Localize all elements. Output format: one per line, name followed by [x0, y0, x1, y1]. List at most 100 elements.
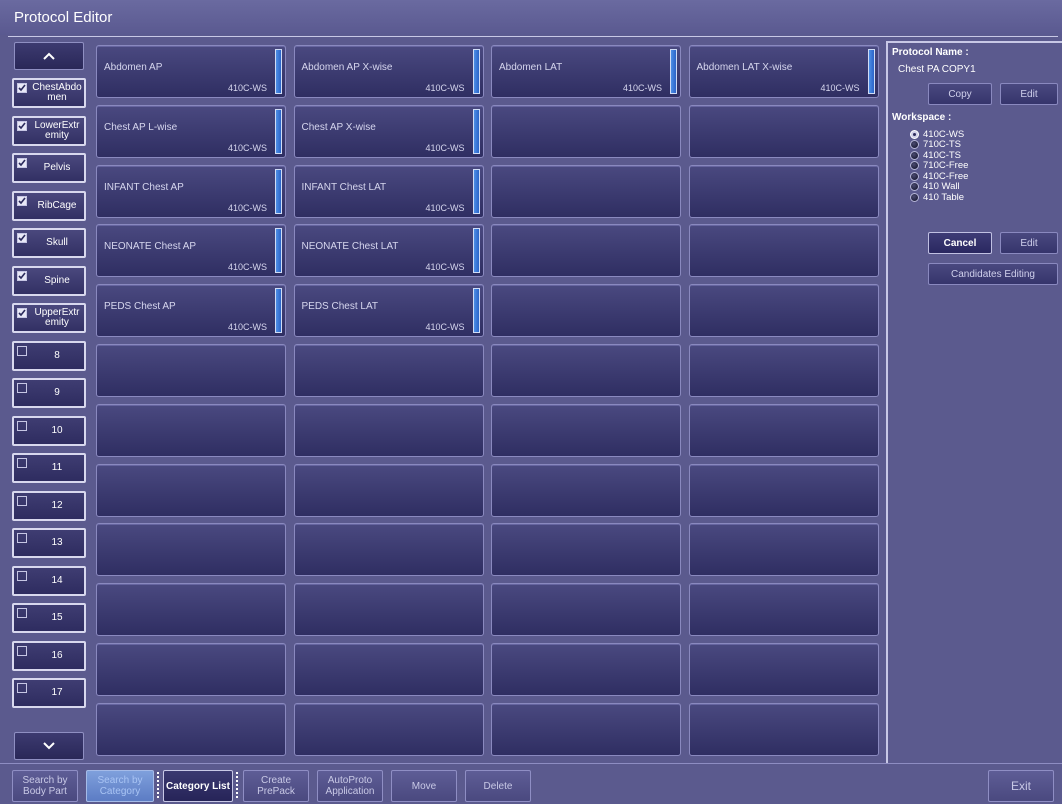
empty-protocol-slot[interactable] — [491, 344, 681, 397]
category-button[interactable]: Skull — [12, 228, 86, 258]
empty-protocol-slot[interactable] — [293, 344, 484, 397]
radio-icon[interactable] — [910, 150, 919, 160]
protocol-tile[interactable]: Abdomen LAT X-wise 410C-WS — [688, 45, 879, 98]
empty-protocol-slot[interactable] — [688, 104, 879, 158]
empty-protocol-slot[interactable] — [293, 583, 484, 637]
workspace-option[interactable]: 410 Wall — [910, 181, 968, 192]
category-button[interactable]: RibCage — [12, 190, 86, 221]
protocol-tile[interactable]: Chest AP L-wise 410C-WS — [96, 104, 286, 158]
category-button[interactable]: ChestAbdo men — [12, 78, 86, 108]
protocol-tile[interactable]: INFANT Chest AP 410C-WS — [96, 164, 286, 218]
checkbox-icon[interactable] — [17, 420, 27, 431]
empty-protocol-slot[interactable] — [96, 643, 286, 696]
category-button[interactable]: Spine — [12, 265, 86, 296]
empty-protocol-slot[interactable] — [96, 403, 286, 457]
checkbox-icon[interactable] — [17, 383, 27, 393]
empty-protocol-slot[interactable] — [491, 702, 681, 756]
empty-protocol-slot[interactable] — [688, 583, 879, 637]
checkbox-checked-icon[interactable] — [17, 195, 27, 206]
move-button[interactable]: Move — [391, 770, 457, 802]
empty-protocol-slot[interactable] — [491, 164, 681, 218]
checkbox-icon[interactable] — [17, 345, 27, 356]
empty-protocol-slot[interactable] — [688, 284, 879, 338]
category-button[interactable]: Pelvis — [12, 153, 86, 183]
category-button[interactable]: 15 — [12, 603, 86, 633]
category-button[interactable]: 10 — [12, 415, 86, 446]
scroll-up-button[interactable] — [14, 42, 84, 70]
checkbox-checked-icon[interactable] — [17, 308, 27, 318]
empty-protocol-slot[interactable] — [491, 523, 681, 577]
checkbox-checked-icon[interactable] — [17, 270, 27, 281]
search-by-body-part-button[interactable]: Search by Body Part — [12, 770, 78, 802]
protocol-tile[interactable]: PEDS Chest AP 410C-WS — [96, 284, 286, 338]
empty-protocol-slot[interactable] — [293, 523, 484, 577]
checkbox-icon[interactable] — [17, 683, 27, 693]
empty-protocol-slot[interactable] — [688, 523, 879, 577]
cancel-button[interactable]: Cancel — [928, 232, 992, 254]
checkbox-icon[interactable] — [17, 570, 27, 581]
category-button[interactable]: 13 — [12, 528, 86, 558]
empty-protocol-slot[interactable] — [491, 643, 681, 696]
empty-protocol-slot[interactable] — [491, 104, 681, 158]
category-list-button[interactable]: Category List — [163, 770, 233, 802]
empty-protocol-slot[interactable] — [293, 463, 484, 517]
checkbox-icon[interactable] — [17, 645, 27, 656]
workspace-option[interactable]: 710C-Free — [910, 160, 968, 171]
radio-icon[interactable] — [910, 140, 919, 150]
empty-protocol-slot[interactable] — [688, 403, 879, 457]
empty-protocol-slot[interactable] — [688, 463, 879, 517]
autoproto-application-button[interactable]: AutoProto Application — [317, 770, 383, 802]
workspace-option[interactable]: 410C-TS — [910, 150, 968, 161]
scroll-down-button[interactable] — [14, 732, 84, 760]
candidates-editing-button[interactable]: Candidates Editing — [928, 263, 1058, 285]
category-button[interactable]: 9 — [12, 378, 86, 408]
category-button[interactable]: 12 — [12, 490, 86, 521]
edit-name-button[interactable]: Edit — [1000, 83, 1058, 105]
protocol-tile[interactable]: NEONATE Chest LAT 410C-WS — [293, 224, 484, 278]
category-button[interactable]: 11 — [12, 453, 86, 483]
checkbox-icon[interactable] — [17, 533, 27, 543]
radio-selected-icon[interactable] — [910, 129, 919, 139]
empty-protocol-slot[interactable] — [96, 463, 286, 517]
category-button[interactable]: 8 — [12, 340, 86, 371]
radio-icon[interactable] — [910, 192, 919, 202]
checkbox-checked-icon[interactable] — [17, 158, 27, 168]
category-button[interactable]: 16 — [12, 640, 86, 671]
empty-protocol-slot[interactable] — [688, 643, 879, 696]
checkbox-icon[interactable] — [17, 495, 27, 506]
empty-protocol-slot[interactable] — [96, 583, 286, 637]
copy-button[interactable]: Copy — [928, 83, 992, 105]
empty-protocol-slot[interactable] — [491, 403, 681, 457]
workspace-option[interactable]: 410C-Free — [910, 171, 968, 182]
category-button[interactable]: UpperExtr emity — [12, 303, 86, 333]
checkbox-checked-icon[interactable] — [17, 83, 27, 93]
radio-icon[interactable] — [910, 182, 919, 192]
empty-protocol-slot[interactable] — [491, 224, 681, 278]
workspace-option[interactable]: 710C-TS — [910, 139, 968, 150]
empty-protocol-slot[interactable] — [96, 702, 286, 756]
checkbox-checked-icon[interactable] — [17, 120, 27, 131]
category-button[interactable]: LowerExtr emity — [12, 115, 86, 146]
protocol-tile[interactable]: Chest AP X-wise 410C-WS — [293, 104, 484, 158]
protocol-tile[interactable]: INFANT Chest LAT 410C-WS — [293, 164, 484, 218]
checkbox-checked-icon[interactable] — [17, 233, 27, 243]
workspace-option[interactable]: 410C-WS — [910, 129, 968, 140]
protocol-tile[interactable]: NEONATE Chest AP 410C-WS — [96, 224, 286, 278]
empty-protocol-slot[interactable] — [293, 403, 484, 457]
category-button[interactable]: 14 — [12, 565, 86, 596]
checkbox-icon[interactable] — [17, 608, 27, 618]
empty-protocol-slot[interactable] — [688, 224, 879, 278]
delete-button[interactable]: Delete — [465, 770, 531, 802]
search-by-category-button[interactable]: Search by Category — [86, 770, 154, 802]
protocol-tile[interactable]: Abdomen AP 410C-WS — [96, 45, 286, 98]
empty-protocol-slot[interactable] — [293, 643, 484, 696]
protocol-tile[interactable]: Abdomen LAT 410C-WS — [491, 45, 681, 98]
empty-protocol-slot[interactable] — [96, 344, 286, 397]
empty-protocol-slot[interactable] — [688, 344, 879, 397]
empty-protocol-slot[interactable] — [491, 583, 681, 637]
radio-icon[interactable] — [910, 161, 919, 171]
radio-icon[interactable] — [910, 171, 919, 181]
category-button[interactable]: 17 — [12, 678, 86, 708]
empty-protocol-slot[interactable] — [688, 164, 879, 218]
empty-protocol-slot[interactable] — [293, 702, 484, 756]
